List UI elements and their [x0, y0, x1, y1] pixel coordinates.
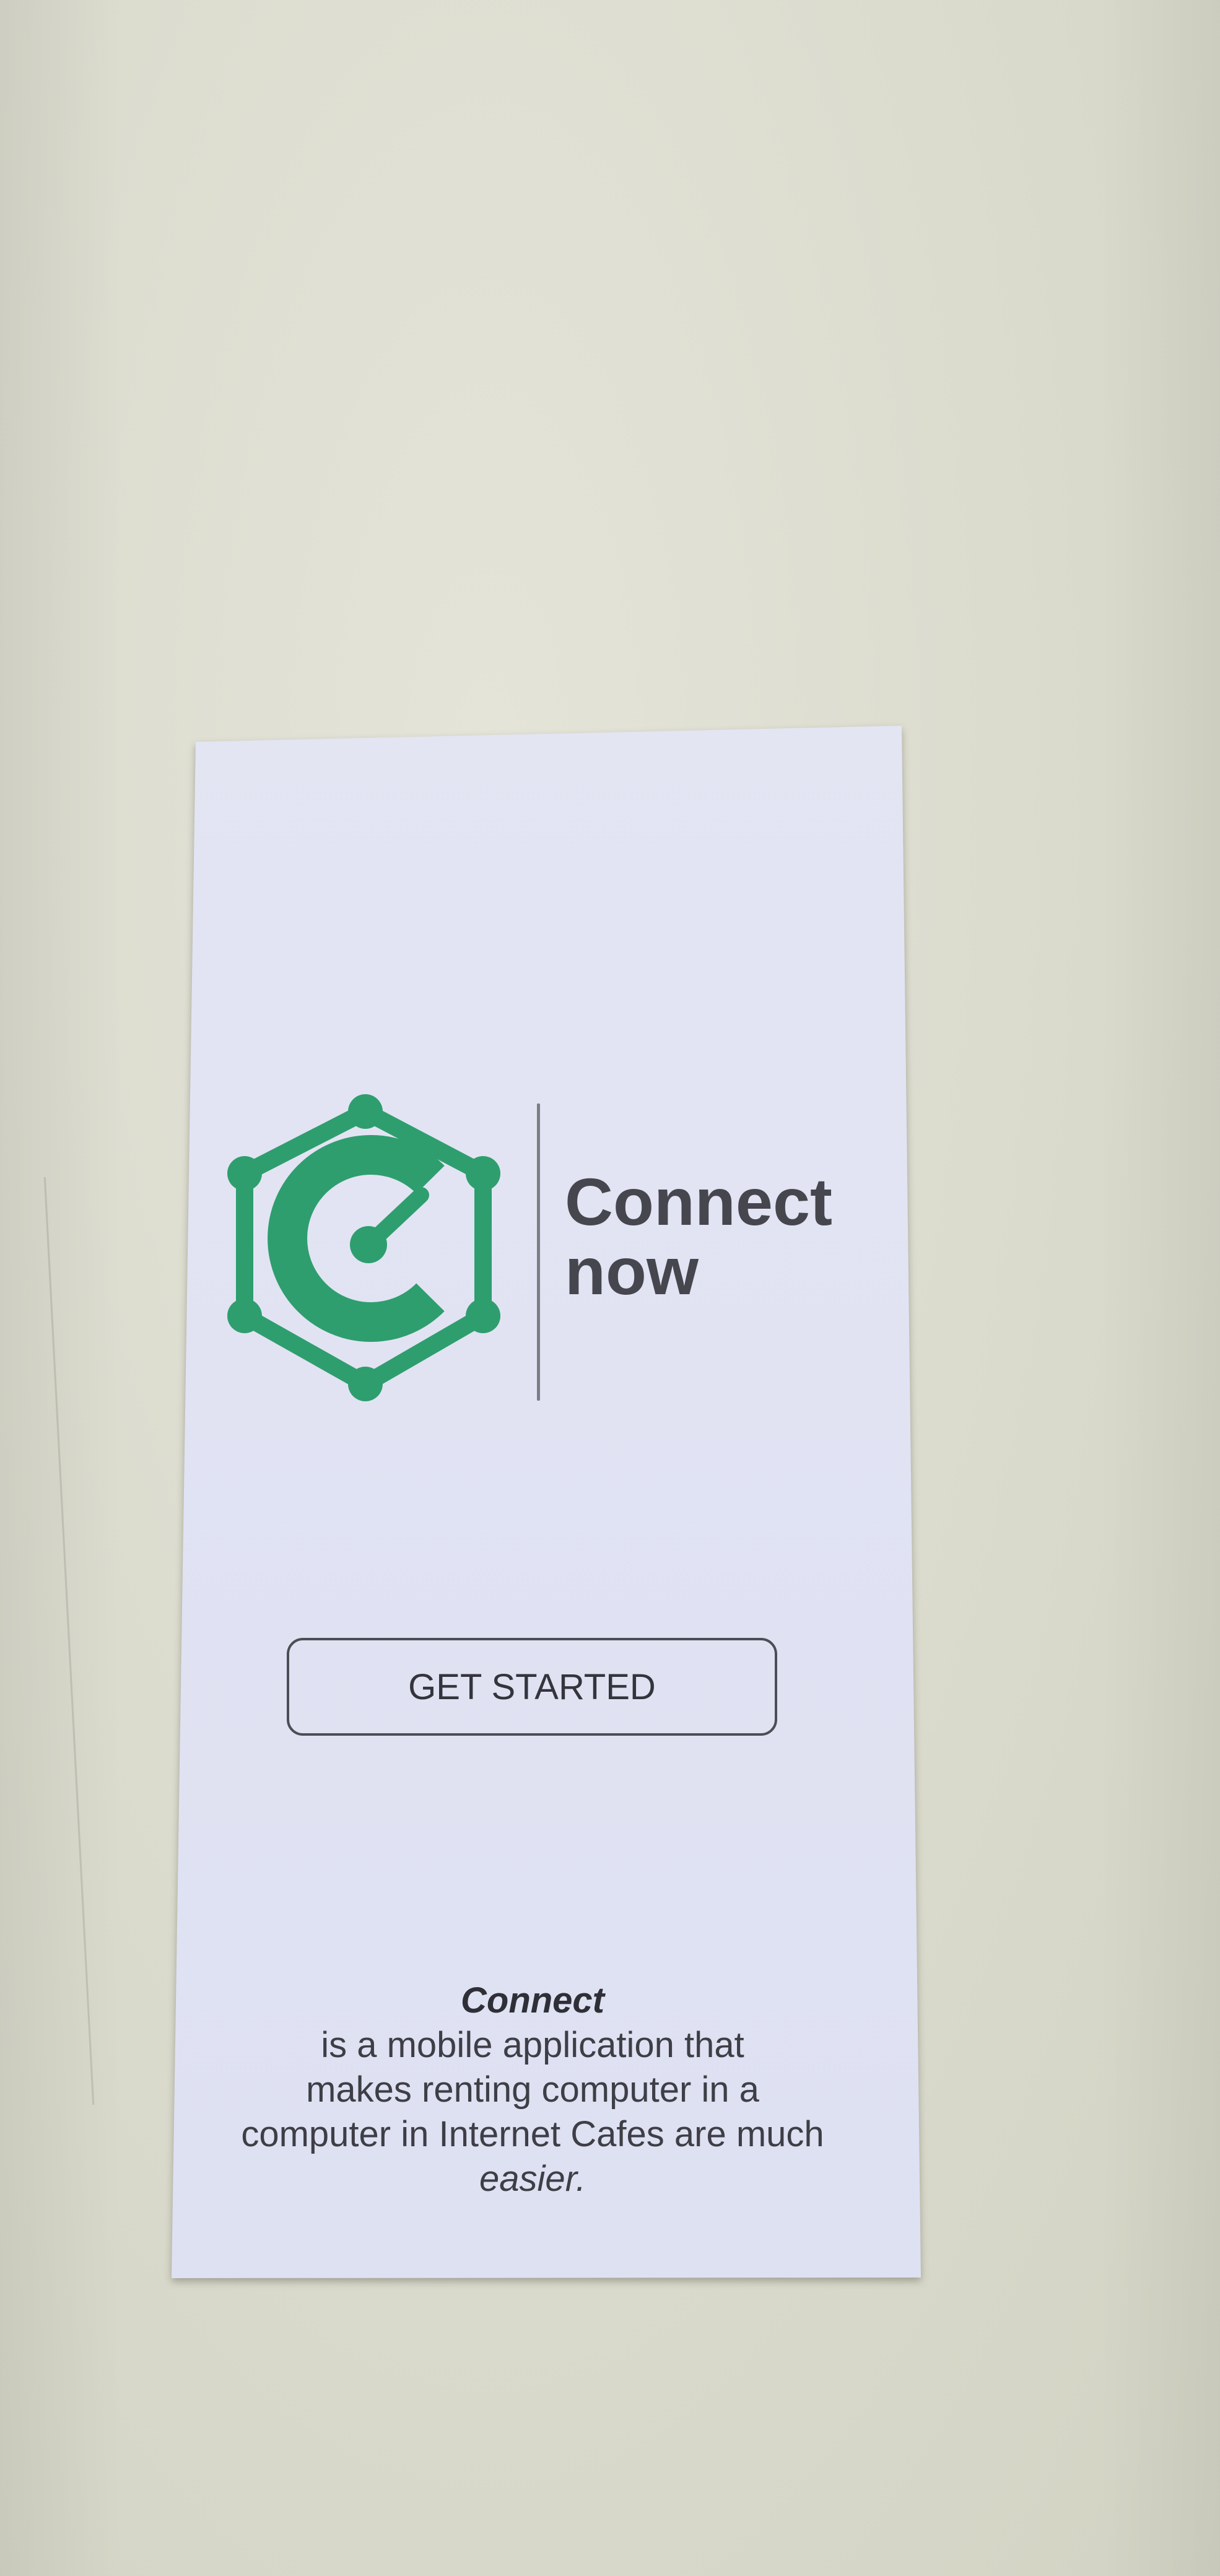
app-title: Connect now	[565, 1167, 832, 1306]
description-app-name: Connect	[461, 1980, 604, 2021]
connect-logo-icon	[227, 1094, 500, 1401]
description-line-2: makes renting computer in a	[306, 2069, 759, 2110]
logo-divider	[537, 1103, 540, 1401]
description-line-1: is a mobile application that	[321, 2025, 744, 2065]
description-line-4: easier.	[479, 2159, 586, 2199]
description-line-3: computer in Internet Cafes are much	[241, 2114, 824, 2154]
app-description: Connect is a mobile application that mak…	[211, 1978, 855, 2201]
get-started-button[interactable]: GET STARTED	[287, 1638, 777, 1736]
app-title-line-2: now	[565, 1234, 699, 1308]
app-title-line-1: Connect	[565, 1164, 832, 1239]
